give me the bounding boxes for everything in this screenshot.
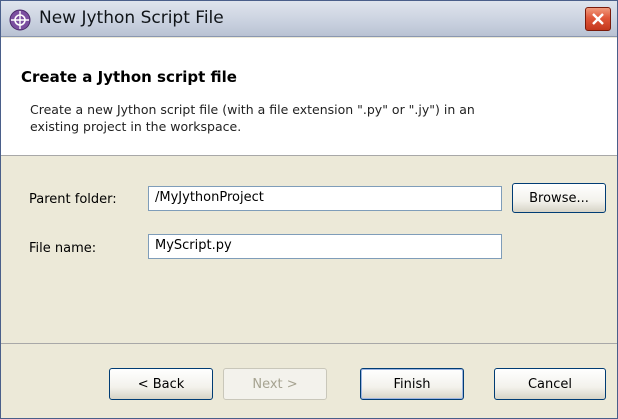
wizard-header: Create a Jython script file Create a new… [1,38,617,156]
window-title: New Jython Script File [39,8,224,28]
close-button[interactable] [585,7,611,31]
finish-button[interactable]: Finish [360,368,464,400]
browse-button[interactable]: Browse... [512,183,606,213]
title-bar[interactable]: New Jython Script File [1,1,617,37]
close-icon [592,13,604,25]
parent-folder-label: Parent folder: [29,192,117,207]
wizard-description: Create a new Jython script file (with a … [30,102,475,134]
file-name-input[interactable]: MyScript.py [148,234,502,259]
plugin-icon [9,9,31,31]
file-name-label: File name: [29,241,97,256]
dialog-window: New Jython Script File Create a Jython s… [0,0,618,419]
parent-folder-input[interactable]: /MyJythonProject [148,186,502,211]
form-area: Parent folder: /MyJythonProject Browse..… [1,157,617,343]
wizard-title: Create a Jython script file [21,68,237,86]
button-bar: < Back Next > Finish Cancel [1,343,617,418]
cancel-button[interactable]: Cancel [494,368,606,400]
next-button[interactable]: Next > [223,368,327,400]
back-button[interactable]: < Back [109,368,213,400]
